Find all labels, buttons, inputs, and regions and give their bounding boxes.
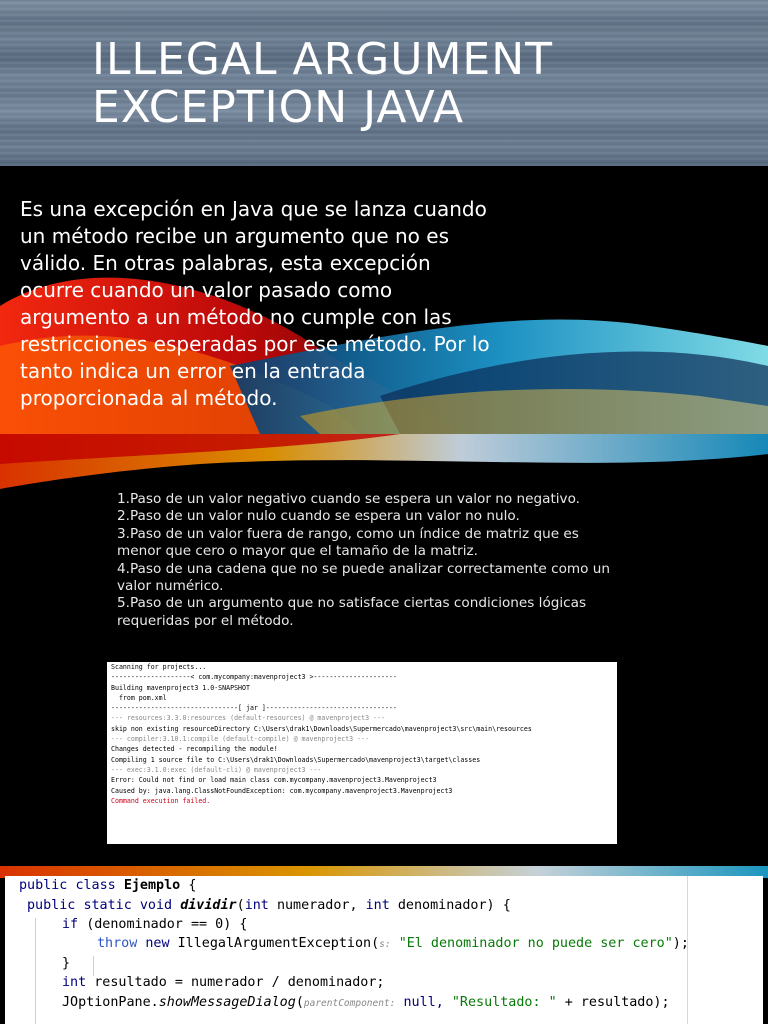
console-output: Scanning for projects... ---------------… <box>107 662 617 844</box>
code-line: } <box>62 956 71 971</box>
causes-list: 1.Paso de un valor negativo cuando se es… <box>117 491 617 630</box>
console-line: Error: Could not find or load main class… <box>111 776 437 785</box>
console-line: Building mavenproject3 1.0-SNAPSHOT <box>111 683 250 692</box>
definition-paragraph: Es una excepción en Java que se lanza cu… <box>20 197 490 410</box>
code-editor: public class Ejemplo { public static voi… <box>5 876 763 1024</box>
code-line: if (denominador == 0) { <box>62 917 248 932</box>
definition-slide: Es una excepción en Java que se lanza cu… <box>0 166 768 434</box>
causes-slide: 1.Paso de un valor negativo cuando se es… <box>0 434 768 866</box>
swoosh-banner <box>0 434 768 489</box>
console-line: Caused by: java.lang.ClassNotFoundExcept… <box>111 786 453 795</box>
list-item: 5.Paso de un argumento que no satisface … <box>117 595 587 629</box>
list-item: 1.Paso de un valor negativo cuando se es… <box>117 491 580 507</box>
slide-title: ILLEGAL ARGUMENT EXCEPTION JAVA <box>92 36 553 132</box>
list-item: 4.Paso de una cadena que no se puede ana… <box>117 560 611 595</box>
code-line: public static void dividir(int numerador… <box>27 898 511 913</box>
console-line: Scanning for projects... <box>111 663 207 671</box>
console-line: from pom.xml <box>111 693 167 702</box>
console-line: --------------------< com.mycompany:mave… <box>111 673 397 682</box>
title-slide: ILLEGAL ARGUMENT EXCEPTION JAVA <box>0 0 768 166</box>
console-line: Changes detected - recompiling the modul… <box>111 745 278 754</box>
code-line: public class Ejemplo { <box>19 878 197 893</box>
console-error-line: Command execution failed. <box>111 796 211 805</box>
console-line: --------------------------------[ jar ]-… <box>111 704 397 713</box>
console-line: --- resources:3.3.0:resources (default-r… <box>111 714 385 723</box>
list-item: 3.Paso de un valor fuera de rango, como … <box>117 525 579 560</box>
code-line: int resultado = numerador / denominador; <box>62 975 385 990</box>
code-line: JOptionPane.showMessageDialog(parentComp… <box>62 995 670 1010</box>
console-line: Compiling 1 source file to C:\Users\drak… <box>111 755 481 764</box>
list-item: 2.Paso de un valor nulo cuando se espera… <box>117 508 520 525</box>
code-slide: public class Ejemplo { public static voi… <box>0 866 768 1024</box>
console-line: skip non existing resourceDirectory C:\U… <box>111 724 532 733</box>
console-line: --- exec:3.1.0:exec (default-cli) @ mave… <box>111 765 322 774</box>
code-line: throw new IllegalArgumentException(s: "E… <box>97 936 689 951</box>
title-line-2: EXCEPTION JAVA <box>92 82 465 133</box>
title-line-1: ILLEGAL ARGUMENT <box>92 34 554 85</box>
console-line: --- compiler:3.10.1:compile (default-com… <box>111 735 370 744</box>
